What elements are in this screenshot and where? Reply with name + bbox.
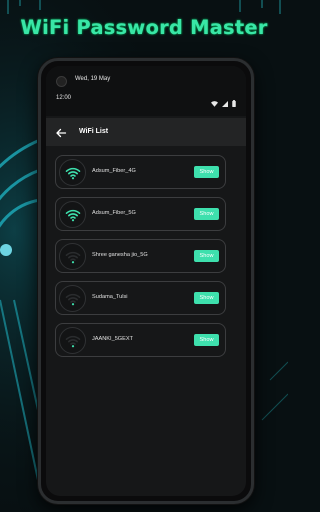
show-password-button[interactable]: Show <box>194 334 219 346</box>
status-bar: Wed, 19 May 12:00 <box>46 66 246 116</box>
status-date: Wed, 19 May <box>75 76 111 82</box>
network-name: Sudama_Tulsi <box>92 294 128 300</box>
page-title: WiFi List <box>79 128 109 135</box>
wifi-strong-icon <box>59 201 86 228</box>
wifi-status-icon <box>211 94 218 112</box>
wifi-weak-icon <box>59 243 86 270</box>
show-password-button[interactable]: Show <box>194 292 219 304</box>
show-password-button[interactable]: Show <box>194 208 219 220</box>
phone-screen: Wed, 19 May 12:00 WiFi List Adsum_Fiber_… <box>46 66 246 496</box>
network-name: Adsum_Fiber_4G <box>92 168 136 174</box>
status-time: 12:00 <box>56 95 72 101</box>
app-bar: WiFi List <box>46 118 246 146</box>
signal-icon <box>222 94 228 112</box>
network-item[interactable]: JAANKI_5GEXT Show <box>55 323 226 357</box>
camera-icon <box>56 76 67 87</box>
status-icons <box>211 94 236 112</box>
promo-title: WiFi Password Master <box>20 16 268 39</box>
wifi-weak-icon <box>59 285 86 312</box>
network-item[interactable]: Sudama_Tulsi Show <box>55 281 226 315</box>
network-item[interactable]: Shree ganesha jio_5G Show <box>55 239 226 273</box>
network-list: Adsum_Fiber_4G Show Adsum_Fiber_5G Show <box>55 155 226 365</box>
back-arrow-icon[interactable] <box>55 126 67 138</box>
wifi-strong-icon <box>59 159 86 186</box>
wifi-weak-icon <box>59 327 86 354</box>
phone-frame: Wed, 19 May 12:00 WiFi List Adsum_Fiber_… <box>38 58 254 504</box>
battery-icon <box>232 94 236 112</box>
show-password-button[interactable]: Show <box>194 250 219 262</box>
network-item[interactable]: Adsum_Fiber_4G Show <box>55 155 226 189</box>
show-password-button[interactable]: Show <box>194 166 219 178</box>
network-name: JAANKI_5GEXT <box>92 336 134 342</box>
network-name: Adsum_Fiber_5G <box>92 210 136 216</box>
network-item[interactable]: Adsum_Fiber_5G Show <box>55 197 226 231</box>
network-name: Shree ganesha jio_5G <box>92 252 148 258</box>
